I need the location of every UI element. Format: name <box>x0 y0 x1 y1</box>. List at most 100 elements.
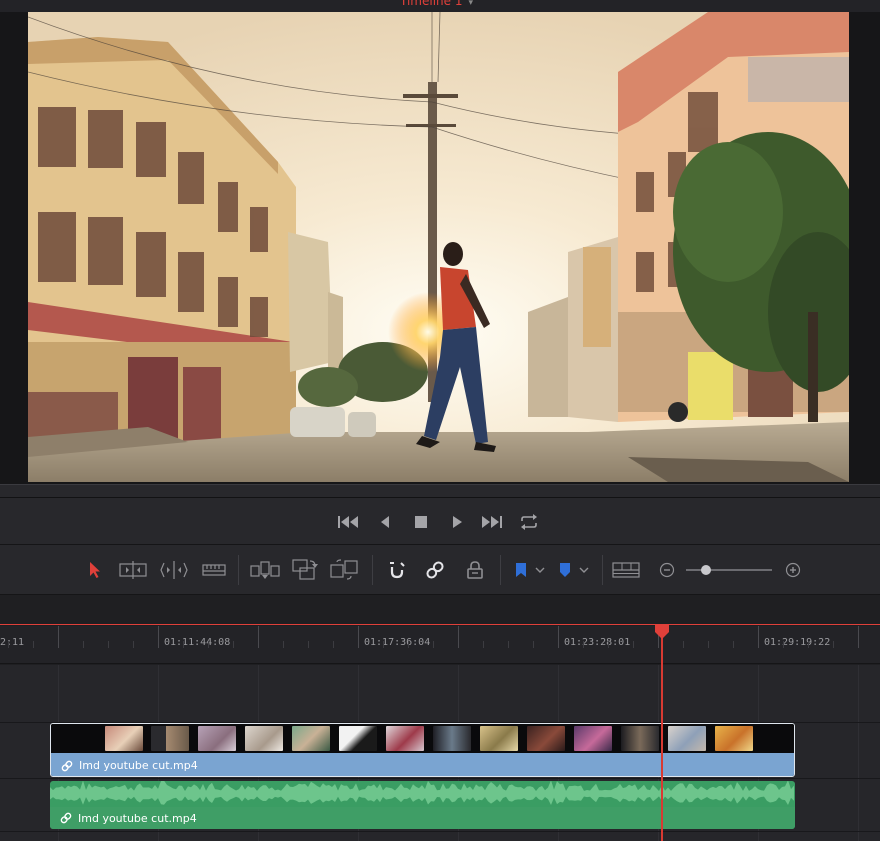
thumbnail <box>151 726 189 751</box>
ruler-tick <box>133 641 134 648</box>
ruler-timecode: 01:17:36:04 <box>364 637 431 648</box>
ruler-timecode: 2:11 <box>0 637 25 648</box>
ruler-tick <box>333 641 334 648</box>
go-to-start-icon[interactable] <box>337 512 359 532</box>
ruler-tick <box>158 626 159 648</box>
thumbnail <box>715 726 753 751</box>
replace-clip-icon[interactable] <box>330 558 360 582</box>
thumbnail <box>386 726 424 751</box>
playhead-handle[interactable] <box>654 624 670 640</box>
insert-clip-icon[interactable] <box>250 558 280 582</box>
ruler-tick <box>258 626 259 648</box>
ruler-timecode: 01:11:44:08 <box>164 637 231 648</box>
ruler-tick <box>633 641 634 648</box>
zoom-in-icon[interactable] <box>784 558 802 582</box>
toolbar-separator <box>602 555 603 585</box>
grid-line <box>858 665 859 841</box>
blade-icon[interactable] <box>202 558 226 582</box>
toolbar-separator <box>500 555 501 585</box>
waveform-shape <box>50 781 794 805</box>
zoom-slider[interactable] <box>686 565 772 575</box>
ruler-tick <box>558 626 559 648</box>
timeline-view-options-icon[interactable] <box>612 558 640 582</box>
chevron-down-icon[interactable]: ▾ <box>468 0 473 8</box>
transport-controls <box>0 498 880 545</box>
playhead-line[interactable] <box>661 626 663 841</box>
track-divider <box>0 778 880 779</box>
ruler-timecode: 01:23:28:01 <box>564 637 631 648</box>
preview-image <box>28 12 849 482</box>
ruler-tick <box>58 626 59 648</box>
timeline-name: Timeline 1 <box>400 0 463 8</box>
go-to-end-icon[interactable] <box>481 512 503 532</box>
step-back-icon[interactable] <box>374 512 396 532</box>
panel-divider[interactable] <box>0 484 880 498</box>
clip-thumbnails <box>51 724 794 753</box>
video-clip[interactable]: Imd youtube cut.mp4 <box>50 723 795 777</box>
ruler-tick <box>508 641 509 648</box>
thumbnail <box>527 726 565 751</box>
timeline-header <box>0 595 880 625</box>
selection-arrow-icon[interactable] <box>86 558 104 582</box>
ruler-tick <box>183 641 184 648</box>
play-icon[interactable] <box>446 512 468 532</box>
link-icon <box>61 760 73 771</box>
thumbnail <box>668 726 706 751</box>
marker-icon[interactable] <box>558 558 590 582</box>
timecode-ruler[interactable]: 2:11 01:11:44:08 01:17:36:04 01:23:28:01… <box>0 626 880 664</box>
position-lock-icon[interactable] <box>464 558 486 582</box>
ruler-timecode: 01:29:19:22 <box>764 637 831 648</box>
ruler-tick <box>833 641 834 648</box>
loop-icon[interactable] <box>518 512 540 532</box>
ruler-tick <box>758 626 759 648</box>
ruler-tick <box>233 641 234 648</box>
ruler-tick <box>608 641 609 648</box>
ruler-tick <box>33 641 34 648</box>
ruler-tick <box>858 626 859 648</box>
dynamic-trim-icon[interactable] <box>160 558 188 582</box>
ruler-tick <box>533 641 534 648</box>
ruler-tick <box>283 641 284 648</box>
stop-icon[interactable] <box>410 512 432 532</box>
viewer-frame[interactable] <box>28 12 849 482</box>
trim-edit-icon[interactable] <box>118 558 148 582</box>
snapping-icon[interactable] <box>386 558 408 582</box>
ruler-tick <box>408 641 409 648</box>
ruler-tick <box>358 626 359 648</box>
flag-icon[interactable] <box>514 558 546 582</box>
editor-window: Timeline 1 ▾ 2:11 01:11:44:08 01:17:36:0… <box>0 0 880 841</box>
timeline-selector[interactable]: Timeline 1 ▾ <box>400 0 473 8</box>
ruler-tick <box>733 641 734 648</box>
thumbnail <box>292 726 330 751</box>
thumbnail <box>621 726 659 751</box>
linked-selection-icon[interactable] <box>424 558 446 582</box>
thumbnail <box>339 726 377 751</box>
ruler-tick <box>483 641 484 648</box>
thumbnail <box>105 726 143 751</box>
toolbar-separator <box>372 555 373 585</box>
ruler-tick <box>708 641 709 648</box>
ruler-tick <box>308 641 309 648</box>
thumbnail <box>245 726 283 751</box>
toolbar-separator <box>238 555 239 585</box>
audio-clip[interactable]: Imd youtube cut.mp4 <box>50 781 795 829</box>
ruler-tick <box>808 641 809 648</box>
link-icon <box>60 812 72 824</box>
overwrite-clip-icon[interactable] <box>292 558 318 582</box>
zoom-slider-handle[interactable] <box>700 565 711 575</box>
thumbnail <box>480 726 518 751</box>
zoom-out-icon[interactable] <box>658 558 676 582</box>
ruler-tick <box>583 641 584 648</box>
ruler-tick <box>8 641 9 648</box>
ruler-tick <box>683 641 684 648</box>
ruler-tick <box>433 641 434 648</box>
ruler-tick <box>458 626 459 648</box>
ruler-tick <box>383 641 384 648</box>
ruler-tick <box>83 641 84 648</box>
ruler-tick <box>208 641 209 648</box>
ruler-tick <box>108 641 109 648</box>
ruler-tick <box>783 641 784 648</box>
video-clip-name: Imd youtube cut.mp4 <box>79 759 198 772</box>
video-clip-label: Imd youtube cut.mp4 <box>51 753 794 776</box>
thumbnail <box>198 726 236 751</box>
